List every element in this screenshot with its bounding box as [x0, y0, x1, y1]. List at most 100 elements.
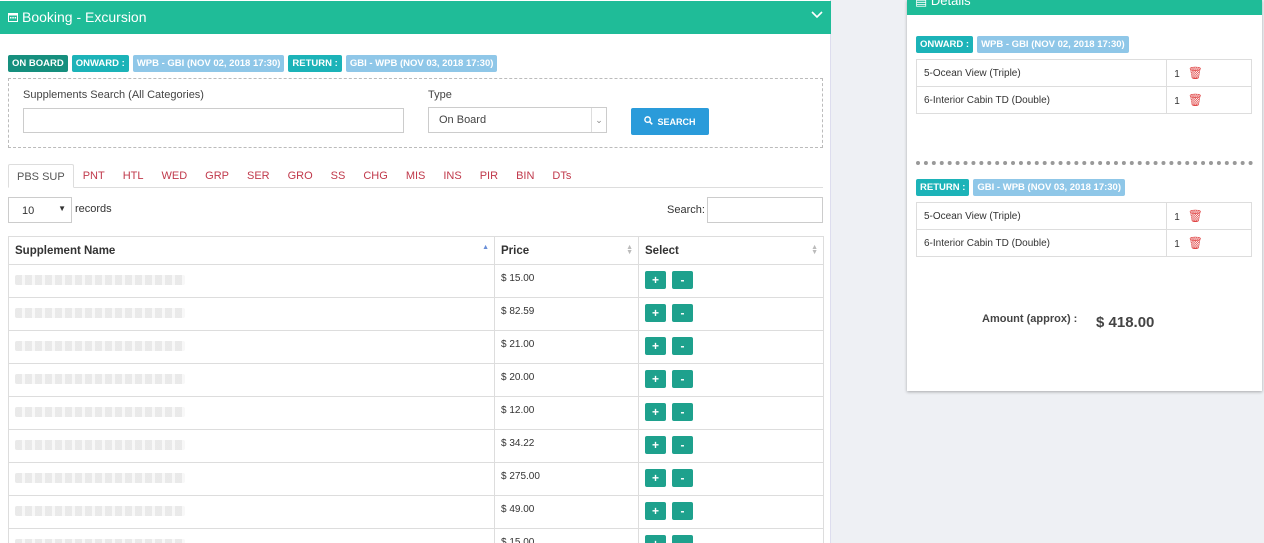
tab-grp[interactable]: GRP: [196, 164, 238, 188]
supplement-name-cell: [8, 396, 495, 430]
item-name: 5-Ocean View (Triple): [915, 59, 1168, 87]
supplement-name-cell: [8, 264, 495, 298]
return-tags: RETURN : GBI - WPB (NOV 03, 2018 17:30): [916, 179, 1125, 196]
item-qty: 1: [1174, 69, 1180, 80]
tab-pnt[interactable]: PNT: [74, 164, 114, 188]
search-button[interactable]: SEARCH: [631, 108, 709, 135]
tab-ser[interactable]: SER: [238, 164, 279, 188]
details-title-wrap: ▤ Details: [915, 0, 971, 9]
tab-dts[interactable]: DTs: [543, 164, 580, 188]
tab-gro[interactable]: GRO: [279, 164, 322, 188]
add-button[interactable]: +: [645, 403, 666, 421]
chevron-down-icon[interactable]: [811, 10, 823, 22]
add-button[interactable]: +: [645, 535, 666, 543]
list-item: 5-Ocean View (Triple) 1 🗑: [915, 202, 1252, 230]
remove-button[interactable]: -: [672, 271, 693, 289]
tab-bin[interactable]: BIN: [507, 164, 543, 188]
supplement-name-cell: [8, 330, 495, 364]
table-row: $ 34.22 + -: [8, 429, 824, 463]
trash-icon[interactable]: 🗑: [1188, 236, 1203, 250]
item-qty-cell: 1 🗑: [1166, 229, 1252, 257]
page-length-select[interactable]: 10 ▼: [8, 197, 72, 223]
column-label: Price: [501, 244, 530, 257]
remove-button[interactable]: -: [672, 337, 693, 355]
price-cell: $ 12.00: [494, 396, 639, 430]
remove-button[interactable]: -: [672, 535, 693, 543]
redacted-text: [15, 374, 185, 384]
item-name: 5-Ocean View (Triple): [915, 202, 1168, 230]
trash-icon[interactable]: 🗑: [1188, 66, 1203, 80]
supplements-search-input[interactable]: [23, 108, 404, 133]
tab-ins[interactable]: INS: [434, 164, 470, 188]
remove-button[interactable]: -: [672, 469, 693, 487]
search-button-label: SEARCH: [657, 116, 696, 127]
onward-route-tag: WPB - GBI (NOV 02, 2018 17:30): [977, 36, 1129, 53]
tab-ss[interactable]: SS: [322, 164, 355, 188]
item-qty: 1: [1174, 212, 1180, 223]
add-button[interactable]: +: [645, 337, 666, 355]
add-button[interactable]: +: [645, 304, 666, 322]
price-cell: $ 15.00: [494, 264, 639, 298]
column-header-price[interactable]: Price ▲ ▼: [494, 236, 639, 265]
amount-value: $ 418.00: [1096, 314, 1155, 331]
type-select-value: On Board: [439, 114, 487, 126]
calendar-icon: [8, 9, 18, 25]
column-label: Select: [645, 244, 679, 257]
list-item: 5-Ocean View (Triple) 1 🗑: [915, 59, 1252, 87]
column-header-supplement-name[interactable]: Supplement Name ▲: [8, 236, 495, 265]
table-row: $ 12.00 + -: [8, 396, 824, 430]
table-row: $ 21.00 + -: [8, 330, 824, 364]
table-row: $ 49.00 + -: [8, 495, 824, 529]
add-button[interactable]: +: [645, 370, 666, 388]
records-label: records: [75, 203, 112, 215]
add-button[interactable]: +: [645, 271, 666, 289]
price-cell: $ 21.00: [494, 330, 639, 364]
item-name: 6-Interior Cabin TD (Double): [915, 229, 1168, 257]
tab-pbs-sup[interactable]: PBS SUP: [8, 164, 74, 188]
redacted-text: [15, 506, 185, 516]
details-panel: ▤ Details ONWARD : WPB - GBI (NOV 02, 20…: [907, 0, 1262, 391]
price-cell: $ 49.00: [494, 495, 639, 529]
tab-wed[interactable]: WED: [152, 164, 196, 188]
select-cell: +-: [638, 297, 824, 331]
add-button[interactable]: +: [645, 502, 666, 520]
return-route-tag: GBI - WPB (NOV 03, 2018 17:30): [973, 179, 1125, 196]
panel-title-wrap: Booking - Excursion: [8, 9, 147, 25]
redacted-text: [15, 473, 185, 483]
list-item: 6-Interior Cabin TD (Double) 1 🗑: [915, 86, 1252, 114]
remove-button[interactable]: -: [672, 403, 693, 421]
sort-asc-icon: ▲: [482, 244, 489, 251]
sort-icon: ▲ ▼: [626, 244, 633, 256]
type-select[interactable]: On Board ⌄: [428, 107, 607, 133]
table-search-input[interactable]: [707, 197, 823, 223]
item-name: 6-Interior Cabin TD (Double): [915, 86, 1168, 114]
tab-htl[interactable]: HTL: [114, 164, 153, 188]
supplements-table: Supplement Name ▲ Price ▲ ▼ Select ▲ ▼ $ 15.0…: [8, 236, 824, 543]
trash-icon[interactable]: 🗑: [1188, 93, 1203, 107]
add-button[interactable]: +: [645, 469, 666, 487]
supplement-name-cell: [8, 429, 495, 463]
item-qty-cell: 1 🗑: [1166, 59, 1252, 87]
remove-button[interactable]: -: [672, 436, 693, 454]
booking-panel-header[interactable]: Booking - Excursion: [0, 1, 831, 34]
remove-button[interactable]: -: [672, 502, 693, 520]
column-label: Supplement Name: [15, 244, 116, 257]
redacted-text: [15, 440, 185, 450]
column-header-select[interactable]: Select ▲ ▼: [638, 236, 824, 265]
redacted-text: [15, 539, 185, 543]
remove-button[interactable]: -: [672, 370, 693, 388]
trash-icon[interactable]: 🗑: [1188, 209, 1203, 223]
price-cell: $ 20.00: [494, 363, 639, 397]
table-search-label: Search:: [667, 204, 705, 216]
remove-button[interactable]: -: [672, 304, 693, 322]
trip-tags: ON BOARD ONWARD : WPB - GBI (NOV 02, 201…: [8, 55, 498, 72]
add-button[interactable]: +: [645, 436, 666, 454]
tab-chg[interactable]: CHG: [354, 164, 396, 188]
tab-mis[interactable]: MIS: [397, 164, 435, 188]
price-cell: $ 82.59: [494, 297, 639, 331]
caret-down-icon: ▼: [58, 204, 66, 213]
tab-pir[interactable]: PIR: [471, 164, 507, 188]
select-cell: +-: [638, 264, 824, 298]
table-row: $ 82.59 + -: [8, 297, 824, 331]
select-cell: +-: [638, 528, 824, 543]
